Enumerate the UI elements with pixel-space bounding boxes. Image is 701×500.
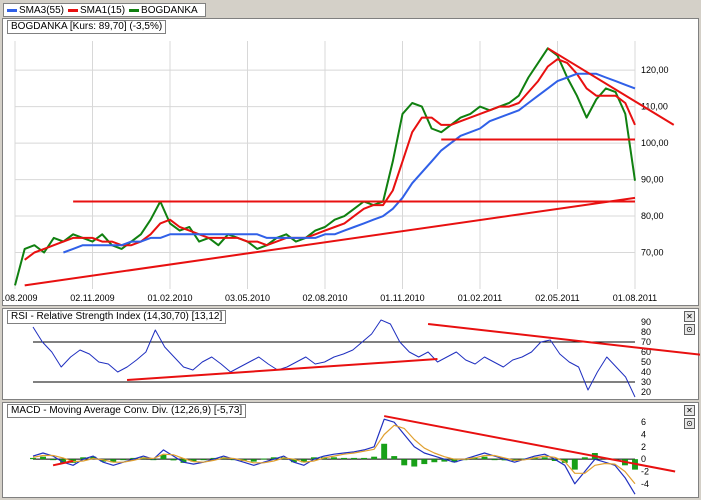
x-tick-label: 01.02.2011 (458, 293, 502, 303)
y-tick-label: 70,00 (641, 248, 664, 258)
macd-close-button[interactable]: ✕ (684, 405, 695, 416)
histogram-bar (491, 459, 498, 461)
y-tick-label: -2 (641, 466, 649, 476)
legend-item-sma1: SMA1(15) (68, 5, 125, 16)
rsi-panel-title: RSI - Relative Strength Index (14,30,70)… (7, 310, 227, 324)
price-chart-panel: 120,00110,00100,0090,0080,0070,0003.08.2… (2, 18, 699, 306)
y-tick-label: 70 (641, 337, 651, 347)
series-line-sma3-55- (63, 72, 636, 254)
histogram-bar (421, 459, 428, 465)
legend-item-sma3: SMA3(55) (7, 5, 64, 16)
rsi-maximize-button[interactable]: ⊙ (684, 324, 695, 335)
histogram-bar (391, 456, 398, 460)
y-tick-label: 90,00 (641, 175, 664, 185)
histogram-bar (30, 457, 36, 460)
series-line-rsi (32, 319, 636, 398)
histogram-bar (381, 443, 388, 460)
trendline (383, 415, 676, 473)
x-tick-label: 01.11.2010 (380, 293, 424, 303)
x-tick-label: 01.08.2011 (613, 293, 657, 303)
y-tick-label: 0 (641, 454, 646, 464)
x-tick-label: 03.05.2010 (225, 293, 270, 303)
y-tick-label: 90 (641, 317, 651, 327)
histogram-bar (481, 456, 488, 460)
legend-swatch-sma1 (68, 8, 79, 12)
y-tick-label: 20 (641, 387, 651, 397)
histogram-bar (541, 457, 548, 460)
rsi-close-button[interactable]: ✕ (684, 311, 695, 322)
legend-swatch-sma3 (7, 8, 17, 12)
rsi-chart-panel: 90 80 70 60 50 40 30 20 RSI - Relative Strength… (2, 308, 700, 400)
histogram-bar (250, 459, 257, 462)
histogram-bar (341, 457, 347, 460)
y-tick-label: 80,00 (641, 211, 664, 221)
histogram-bar (120, 459, 127, 461)
x-tick-label: 03.08.2009 (3, 293, 38, 303)
x-tick-label: 02.11.2009 (70, 293, 114, 303)
macd-maximize-button[interactable]: ⊙ (684, 418, 695, 429)
histogram-bar (581, 457, 588, 460)
histogram-bar (371, 456, 378, 460)
trendline (24, 196, 636, 287)
price-panel-title: BOGDANKA [Kurs: 89,70] (-3,5%) (7, 20, 167, 34)
y-tick-label: 50 (641, 357, 651, 367)
y-tick-label: -4 (641, 479, 649, 489)
y-tick-label: 100,00 (641, 138, 669, 148)
macd-panel-title: MACD - Moving Average Conv. Div. (12,26,… (7, 404, 247, 418)
histogram-bar (401, 459, 408, 466)
histogram-bar (170, 459, 177, 461)
macd-chart-panel: 6 4 2 0 -2 -4 MACD - Moving Average Conv. Div… (2, 402, 699, 498)
y-tick-label: 80 (641, 327, 651, 337)
x-tick-label: 02.08.2010 (302, 293, 347, 303)
histogram-bar (260, 458, 267, 460)
histogram-bar (331, 457, 337, 460)
histogram-bar (571, 459, 578, 470)
histogram-bar (361, 457, 368, 460)
legend-label-sma3: SMA3(55) (19, 4, 65, 16)
chart-legend: SMA3(55) SMA1(15) BOGDANKA (3, 3, 206, 17)
y-tick-label: 30 (641, 377, 651, 387)
y-tick-label: 6 (641, 417, 646, 427)
histogram-bar (200, 459, 207, 461)
legend-label-sma1: SMA1(15) (80, 4, 126, 16)
y-tick-label: 4 (641, 430, 646, 440)
y-tick-label: 40 (641, 367, 651, 377)
histogram-bar (431, 459, 438, 463)
x-tick-label: 01.02.2010 (147, 293, 192, 303)
histogram-bar (40, 456, 46, 460)
series-line-sma1-15- (24, 58, 636, 261)
legend-item-bogdanka: BOGDANKA (129, 5, 198, 16)
legend-swatch-bogdanka (129, 8, 140, 12)
x-tick-label: 02.05.2011 (535, 293, 579, 303)
y-tick-label: 2 (641, 442, 646, 452)
legend-label-bogdanka: BOGDANKA (141, 4, 198, 16)
histogram-bar (351, 457, 358, 460)
price-chart: 120,00110,00100,0090,0080,0070,0003.08.2… (3, 41, 675, 303)
y-tick-label: 120,00 (641, 65, 669, 75)
trendline (126, 358, 438, 381)
histogram-bar (50, 459, 57, 461)
histogram-bar (411, 459, 418, 467)
trendline (547, 47, 675, 126)
